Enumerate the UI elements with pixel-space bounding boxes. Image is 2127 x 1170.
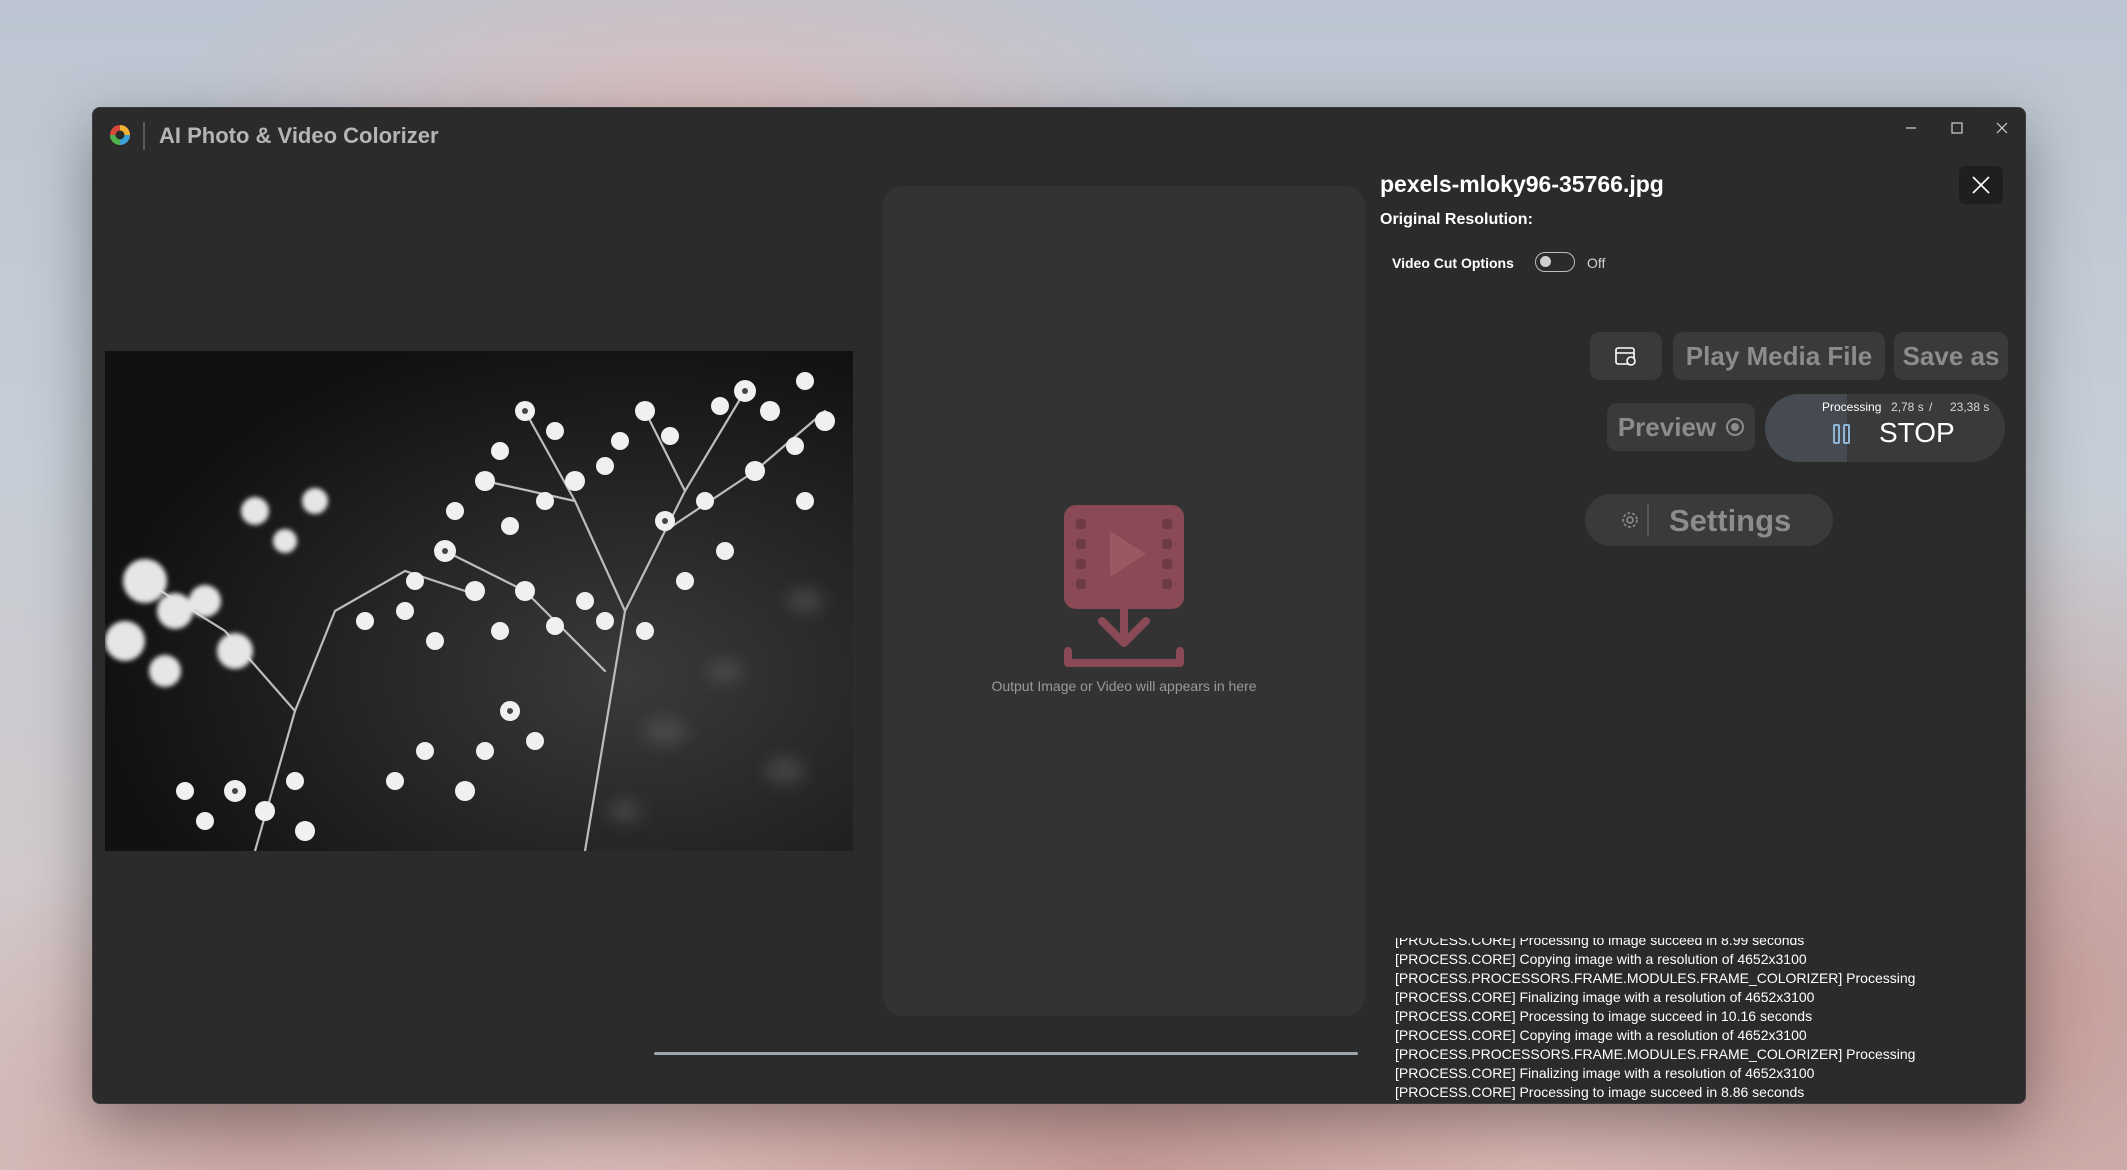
minimize-button[interactable] [1888, 108, 1934, 148]
processing-total: 23,38 s [1950, 400, 1990, 414]
video-download-icon [1064, 505, 1184, 667]
app-window: AI Photo & Video Colorizer Output Image … [92, 107, 2026, 1104]
minimize-icon [1906, 127, 1916, 129]
folder-window-icon [1615, 347, 1636, 366]
toggle-knob [1540, 256, 1551, 267]
maximize-button[interactable] [1934, 108, 1980, 148]
log-line: [PROCESS.CORE] Processing to image succe… [1395, 938, 1805, 948]
save-as-button[interactable]: Save as [1894, 332, 2008, 380]
close-file-button[interactable] [1959, 166, 2003, 204]
window-close-button[interactable] [1979, 108, 2025, 148]
video-cut-options-label: Video Cut Options [1392, 255, 1514, 271]
close-icon [1972, 176, 1990, 194]
log-line: [PROCESS.PROCESSORS.FRAME.MODULES.FRAME_… [1395, 1046, 1916, 1062]
processing-status: Processing [1822, 400, 1882, 414]
play-media-file-button[interactable]: Play Media File [1673, 332, 1885, 380]
title-bar[interactable]: AI Photo & Video Colorizer [93, 108, 2025, 164]
settings-button[interactable]: Settings [1585, 494, 1833, 546]
close-icon [1996, 122, 2008, 134]
log-line: [PROCESS.PROCESSORS.FRAME.MODULES.FRAME_… [1395, 970, 1916, 986]
log-line: [PROCESS.CORE] Copying image with a reso… [1395, 1027, 1807, 1043]
app-logo-icon [110, 125, 130, 145]
record-icon [1726, 418, 1745, 436]
open-folder-button[interactable] [1590, 332, 1662, 380]
stop-label: STOP [1879, 417, 1955, 448]
stop-button[interactable]: Processing 2,78 s / 23,38 s STOP [1765, 394, 2005, 462]
process-log[interactable]: [PROCESS.CORE] Processing to image succe… [1395, 938, 1955, 1103]
video-cut-state: Off [1587, 255, 1606, 271]
log-line: [PROCESS.CORE] Processing to image succe… [1395, 1008, 1813, 1024]
maximize-icon [1951, 122, 1963, 134]
progress-track [654, 1052, 1358, 1055]
pause-icon [1833, 424, 1850, 444]
processing-elapsed: 2,78 s [1891, 400, 1924, 414]
log-line: [PROCESS.CORE] Finalizing image with a r… [1395, 989, 1815, 1005]
app-title: AI Photo & Video Colorizer [159, 123, 439, 148]
title-separator [143, 122, 145, 150]
original-resolution-label: Original Resolution: [1380, 211, 1533, 228]
log-line: [PROCESS.CORE] Copying image with a reso… [1395, 951, 1807, 967]
log-line: [PROCESS.CORE] Processing to image succe… [1395, 1084, 1805, 1100]
video-cut-toggle[interactable] [1535, 252, 1575, 272]
log-line: [PROCESS.CORE] Finalizing image with a r… [1395, 1065, 1815, 1081]
file-name: pexels-mloky96-35766.jpg [1380, 171, 1664, 197]
preview-button[interactable]: Preview [1607, 403, 1755, 451]
output-placeholder-text: Output Image or Video will appears in he… [991, 678, 1257, 694]
settings-separator [1647, 504, 1649, 536]
output-panel[interactable]: Output Image or Video will appears in he… [883, 186, 1365, 1016]
input-image-preview [105, 351, 853, 851]
settings-label: Settings [1669, 503, 1792, 538]
processing-separator: / [1929, 400, 1933, 414]
gear-icon [1622, 512, 1638, 528]
preview-label: Preview [1617, 411, 1717, 442]
